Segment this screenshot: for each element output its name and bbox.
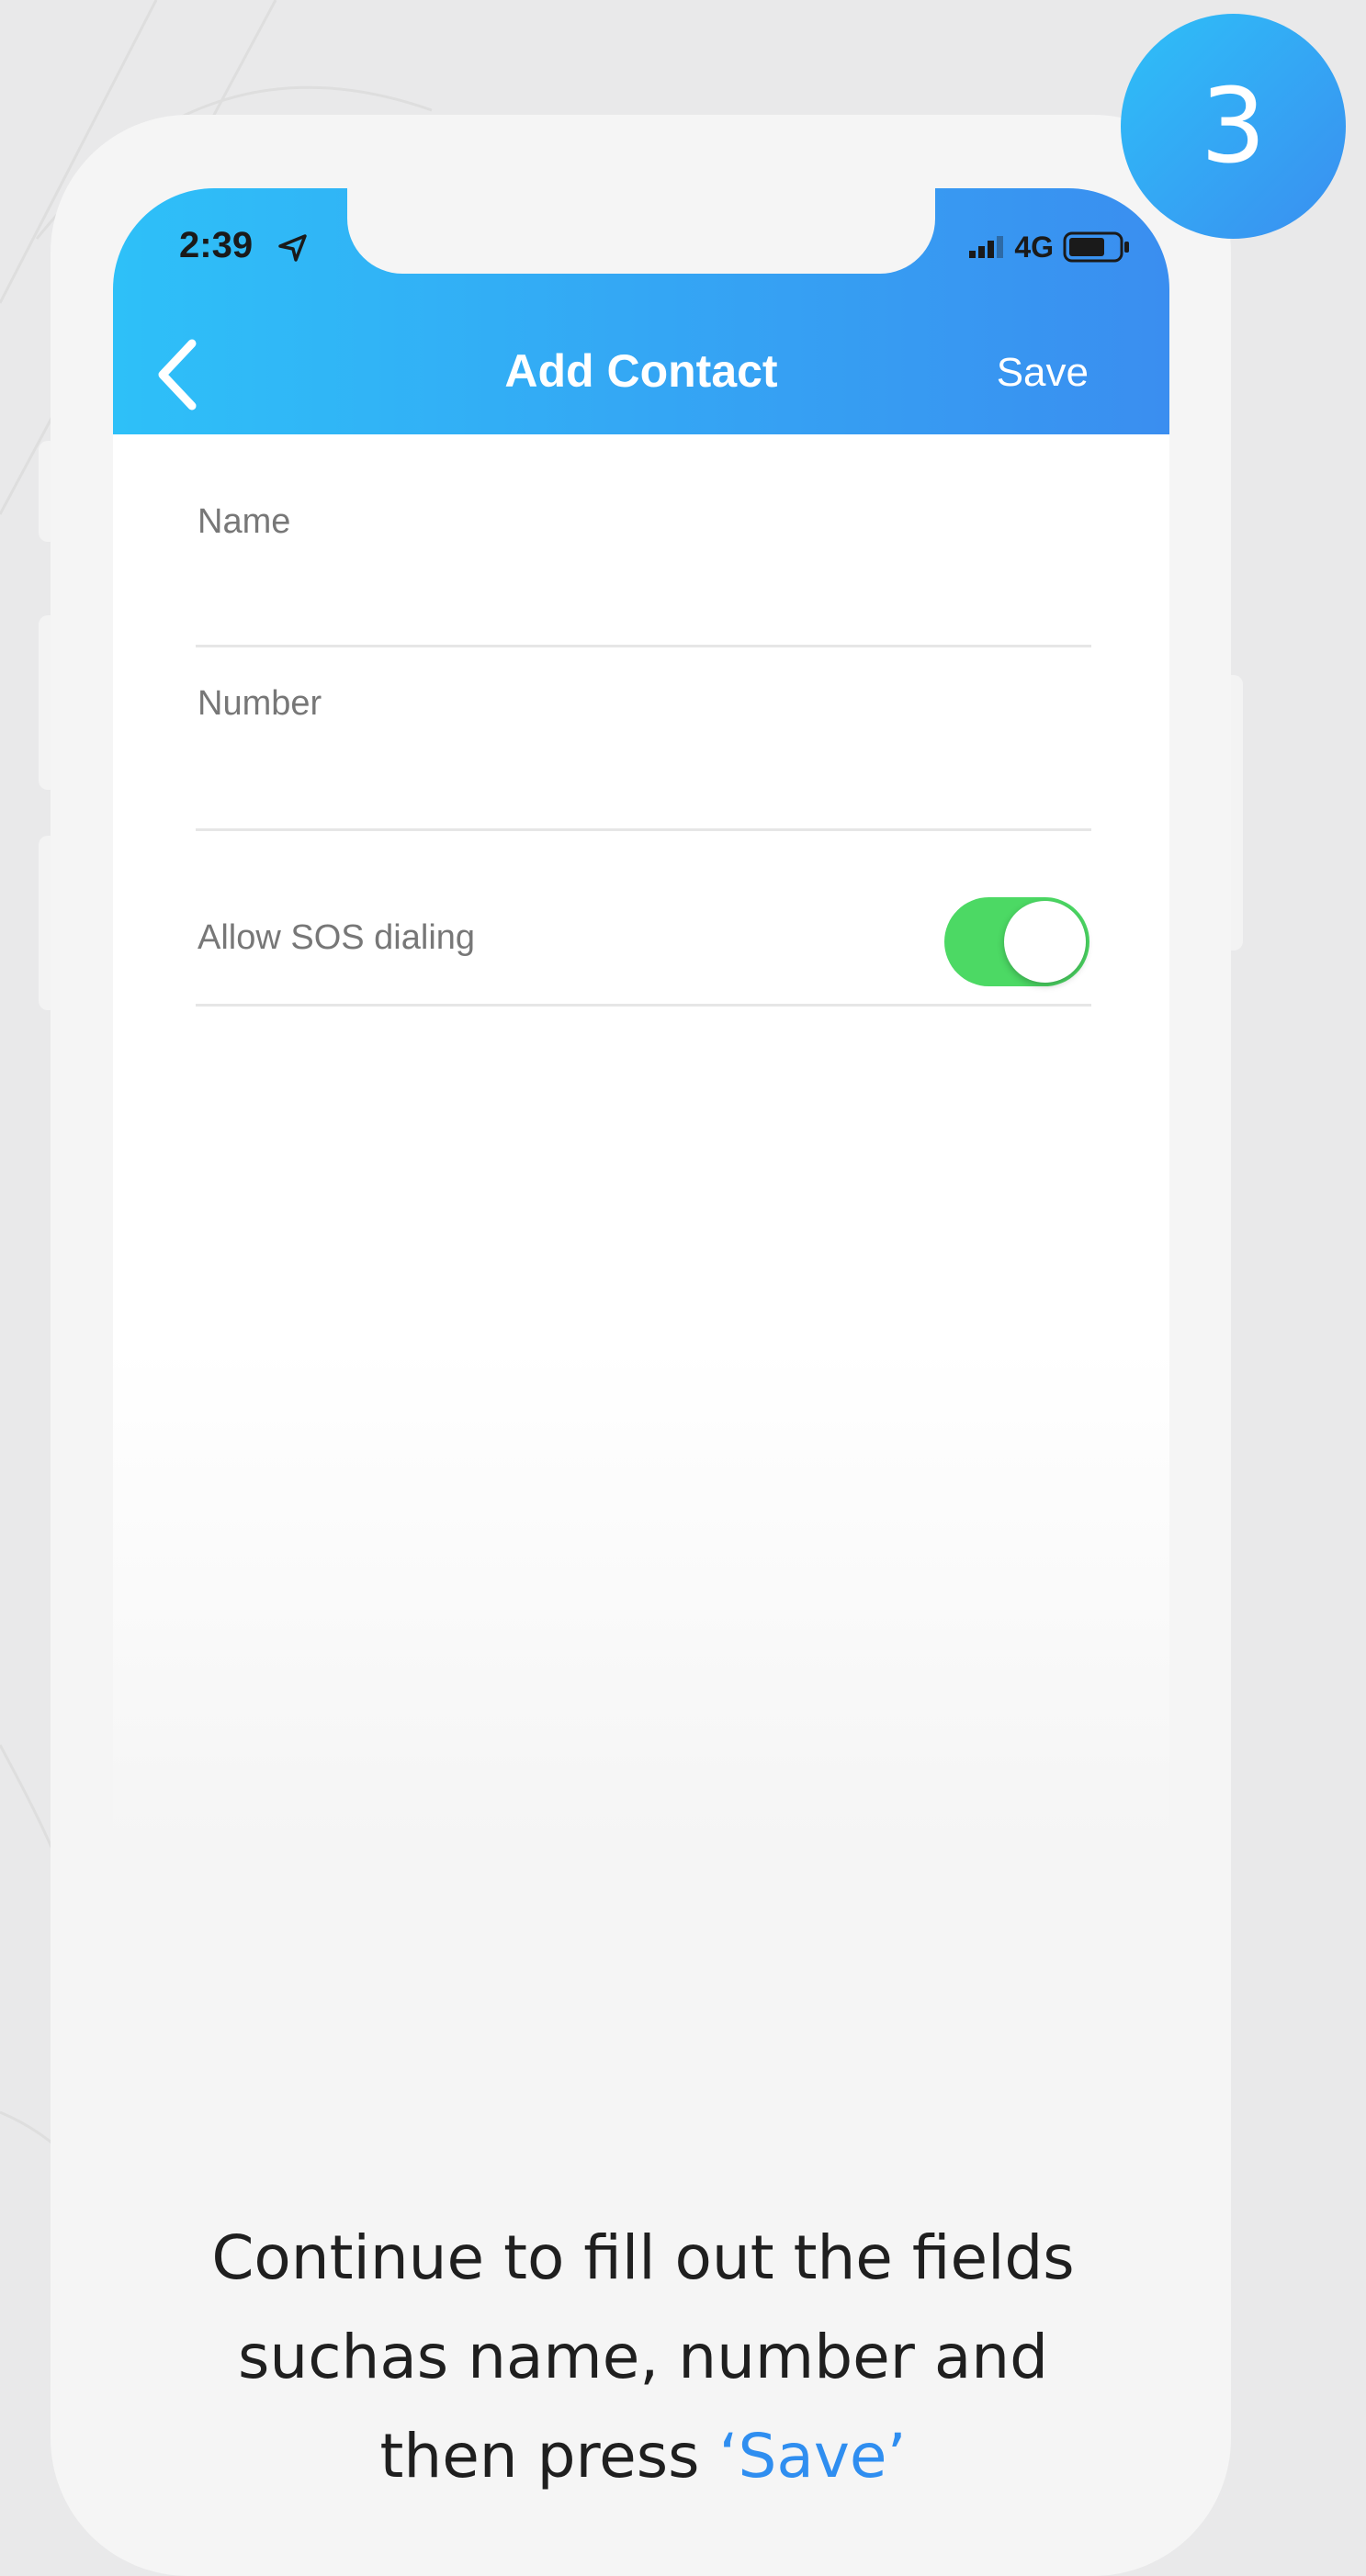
number-field: Number — [196, 647, 1091, 831]
status-time: 2:39 — [179, 225, 254, 265]
number-input[interactable] — [196, 756, 1091, 811]
signal-icon — [969, 236, 1004, 258]
network-label: 4G — [1014, 230, 1054, 264]
instruction-line: then press ‘Save’ — [184, 2407, 1102, 2506]
name-field: Name — [196, 487, 1091, 647]
toggle-knob — [1004, 901, 1086, 983]
instruction-line: suchas name, number and — [237, 2322, 1048, 2392]
instruction-prefix: then press — [379, 2421, 719, 2492]
save-button[interactable]: Save — [997, 350, 1089, 396]
number-field-label: Number — [198, 684, 322, 723]
sos-dialing-label: Allow SOS dialing — [198, 918, 476, 957]
name-field-label: Name — [198, 502, 291, 541]
battery-icon — [1063, 231, 1129, 263]
phone-notch — [347, 188, 935, 274]
sos-dialing-toggle[interactable] — [944, 897, 1089, 986]
step-number-badge: 3 — [1121, 14, 1346, 239]
save-highlight: ‘Save’ — [718, 2421, 907, 2492]
status-indicators: 4G — [968, 229, 1131, 265]
instruction-line: Continue to fill out the fields — [211, 2222, 1075, 2293]
phone-screen: 2:39 4G Add Contact Save Name Number All… — [113, 188, 1169, 1841]
name-input[interactable] — [196, 574, 1091, 629]
location-arrow-icon — [278, 234, 307, 262]
instruction-text: Continue to fill out the fields suchas n… — [184, 2209, 1102, 2506]
